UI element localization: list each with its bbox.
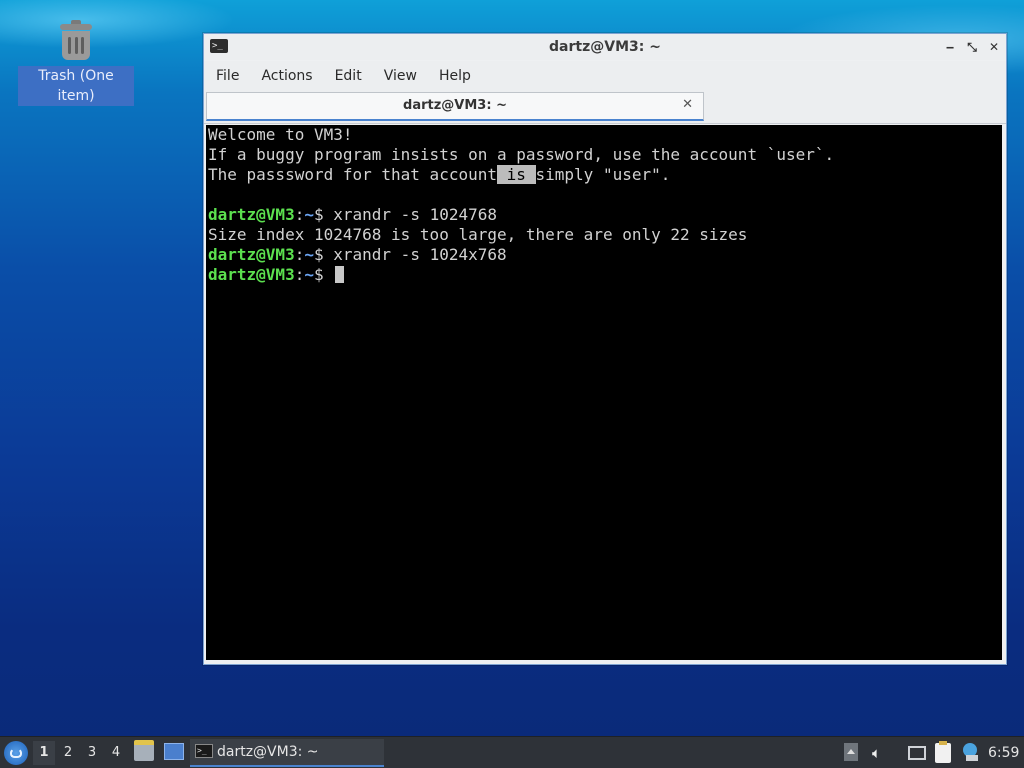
- prompt-dir: ~: [304, 205, 314, 224]
- text-selection: is: [496, 165, 536, 184]
- tab-bar: dartz@VM3: ~ ✕: [204, 91, 1006, 124]
- prompt-user: dartz@VM3: [208, 205, 295, 224]
- updates-icon[interactable]: [962, 743, 980, 761]
- window-titlebar[interactable]: >_ dartz@VM3: ~ ‒ ⤡ ✕: [204, 34, 1006, 60]
- workspace-4[interactable]: 4: [105, 741, 127, 765]
- terminal-output[interactable]: Welcome to VM3! If a buggy program insis…: [206, 125, 1002, 660]
- minimize-button[interactable]: ‒: [944, 40, 956, 54]
- desktop-icon-label: Trash (One item): [18, 66, 134, 106]
- terminal-line: The passsword for that account is simply…: [208, 165, 671, 184]
- terminal-line: Welcome to VM3!: [208, 125, 353, 144]
- workspace-3[interactable]: 3: [81, 741, 103, 765]
- close-button[interactable]: ✕: [988, 40, 1000, 54]
- terminal-prompt-line: dartz@VM3:~$ xrandr -s 1024768: [208, 205, 498, 224]
- terminal-prompt-line: dartz@VM3:~$ xrandr -s 1024x768: [208, 245, 507, 264]
- show-desktop-icon[interactable]: [164, 743, 184, 760]
- desktop-icon-trash[interactable]: Trash (One item): [18, 20, 134, 106]
- task-label: dartz@VM3: ~: [217, 744, 319, 760]
- clock[interactable]: 6:59: [988, 737, 1019, 768]
- trash-icon: [60, 20, 92, 60]
- tab-close-icon[interactable]: ✕: [682, 97, 693, 112]
- clipboard-icon[interactable]: [935, 741, 951, 763]
- prompt-user: dartz@VM3: [208, 245, 295, 264]
- volume-icon[interactable]: 🔈︎: [872, 743, 881, 763]
- menu-file[interactable]: File: [216, 68, 249, 84]
- command-text: xrandr -s 1024768: [333, 205, 498, 224]
- prompt-dir: ~: [304, 245, 314, 264]
- text-cursor: [335, 266, 345, 283]
- menu-view[interactable]: View: [384, 68, 427, 84]
- terminal-window: >_ dartz@VM3: ~ ‒ ⤡ ✕ File Actions Edit …: [203, 33, 1007, 665]
- tab-label: dartz@VM3: ~: [403, 98, 507, 113]
- workspace-1[interactable]: 1: [33, 741, 55, 765]
- terminal-line: Size index 1024768 is too large, there a…: [208, 225, 748, 244]
- file-manager-icon[interactable]: [134, 740, 154, 761]
- command-text: xrandr -s 1024x768: [333, 245, 507, 264]
- terminal-line: If a buggy program insists on a password…: [208, 145, 835, 164]
- window-title: dartz@VM3: ~: [549, 39, 661, 55]
- tab-terminal[interactable]: dartz@VM3: ~ ✕: [206, 92, 704, 121]
- menu-actions[interactable]: Actions: [261, 68, 322, 84]
- taskbar-task-terminal[interactable]: >_ dartz@VM3: ~: [190, 739, 384, 767]
- show-hidden-icon[interactable]: [844, 743, 858, 761]
- terminal-icon: >_: [195, 744, 213, 758]
- menu-edit[interactable]: Edit: [335, 68, 372, 84]
- workspace-2[interactable]: 2: [57, 741, 79, 765]
- maximize-button[interactable]: ⤡: [966, 40, 978, 55]
- prompt-user: dartz@VM3: [208, 265, 295, 284]
- taskbar: 1 2 3 4 >_ dartz@VM3: ~ 🔈︎ 6:59: [0, 736, 1024, 768]
- menu-help[interactable]: Help: [439, 68, 481, 84]
- menubar: File Actions Edit View Help: [204, 61, 1006, 91]
- prompt-dir: ~: [304, 265, 314, 284]
- start-menu-icon[interactable]: [4, 741, 28, 765]
- terminal-prompt-line: dartz@VM3:~$: [208, 265, 1002, 285]
- network-icon[interactable]: [908, 746, 926, 760]
